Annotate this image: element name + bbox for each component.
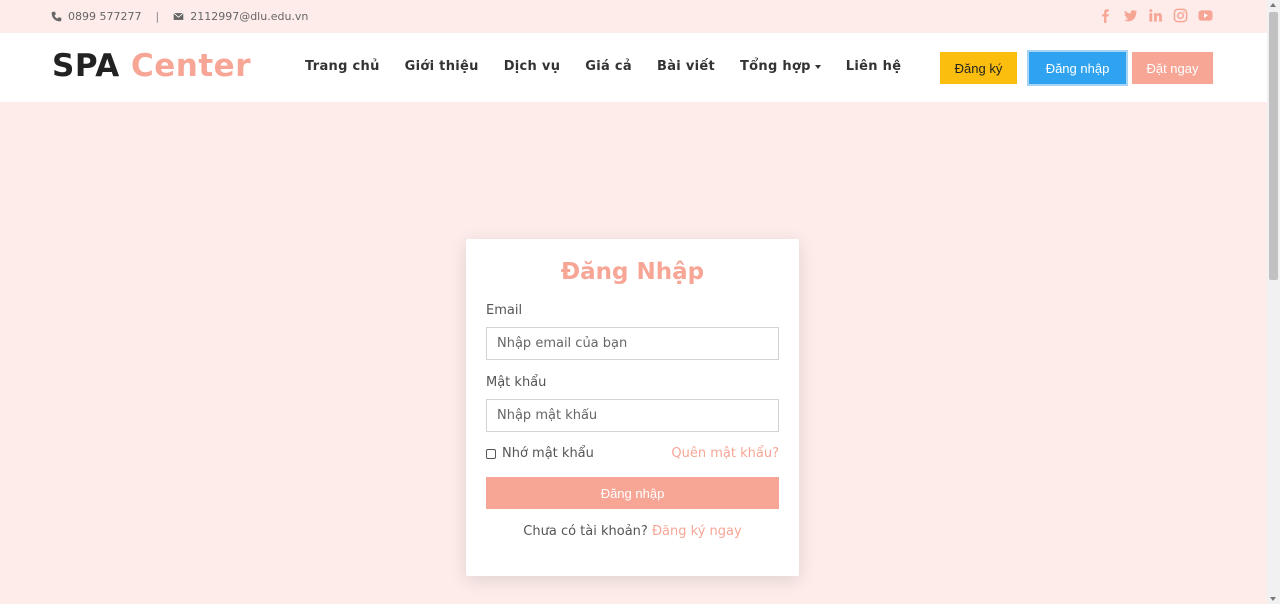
divider: | — [155, 10, 160, 23]
nav-item-home[interactable]: Trang chủ — [305, 59, 380, 74]
site-logo[interactable]: SPA Center — [52, 48, 251, 84]
nav-item-services[interactable]: Dịch vụ — [504, 59, 561, 74]
phone-number: 0899 577277 — [68, 10, 142, 23]
top-bar: 0899 577277 | 2112997@dlu.edu.vn — [0, 0, 1267, 33]
register-button[interactable]: Đăng ký — [940, 52, 1017, 84]
nav-item-summary-label: Tổng hợp — [740, 59, 811, 74]
remember-me[interactable]: Nhớ mật khẩu — [486, 446, 594, 461]
nav-item-about[interactable]: Giới thiệu — [405, 59, 479, 74]
scrollbar-thumb[interactable] — [1269, 12, 1278, 280]
password-input[interactable] — [486, 399, 779, 432]
main-nav: Trang chủ Giới thiệu Dịch vụ Giá cả Bài … — [305, 59, 926, 74]
linkedin-icon[interactable] — [1148, 8, 1163, 23]
envelope-icon — [173, 11, 184, 22]
email-input[interactable] — [486, 327, 779, 360]
login-card: Đăng Nhập Email Mật khẩu Nhớ mật khẩu Qu… — [466, 239, 799, 576]
logo-text-center: Center — [131, 48, 251, 84]
facebook-icon[interactable] — [1098, 8, 1113, 23]
phone-icon — [51, 11, 62, 22]
page-scrollbar[interactable] — [1267, 0, 1280, 604]
nav-item-contact[interactable]: Liên hệ — [846, 59, 902, 74]
no-account-text: Chưa có tài khoản? — [523, 524, 648, 539]
remember-checkbox[interactable] — [486, 448, 496, 459]
remember-label: Nhớ mật khẩu — [502, 446, 594, 461]
youtube-icon[interactable] — [1198, 8, 1213, 23]
scroll-up-icon[interactable] — [1270, 3, 1276, 7]
nav-item-blog[interactable]: Bài viết — [657, 59, 715, 74]
caret-down-icon — [814, 64, 821, 69]
nav-item-summary-dropdown[interactable]: Tổng hợp — [740, 59, 821, 74]
nav-item-pricing[interactable]: Giá cả — [585, 59, 632, 74]
main-header: SPA Center Trang chủ Giới thiệu Dịch vụ … — [0, 33, 1267, 102]
login-button[interactable]: Đăng nhập — [1027, 50, 1128, 86]
logo-text-spa: SPA — [52, 48, 120, 84]
login-submit-button[interactable]: Đăng nhập — [486, 477, 779, 509]
login-title: Đăng Nhập — [560, 259, 705, 285]
social-links — [1098, 8, 1213, 23]
email-address: 2112997@dlu.edu.vn — [190, 10, 309, 23]
contact-info: 0899 577277 | 2112997@dlu.edu.vn — [51, 10, 308, 23]
signup-link[interactable]: Đăng ký ngay — [652, 524, 742, 539]
scroll-down-icon[interactable] — [1270, 597, 1276, 601]
signup-prompt: Chưa có tài khoản? Đăng ký ngay — [466, 524, 799, 539]
book-now-button[interactable]: Đặt ngay — [1132, 52, 1213, 84]
twitter-icon[interactable] — [1123, 8, 1138, 23]
forgot-password-link[interactable]: Quên mật khẩu? — [671, 446, 779, 461]
email-label: Email — [486, 303, 523, 318]
password-label: Mật khẩu — [486, 375, 547, 390]
instagram-icon[interactable] — [1173, 8, 1188, 23]
